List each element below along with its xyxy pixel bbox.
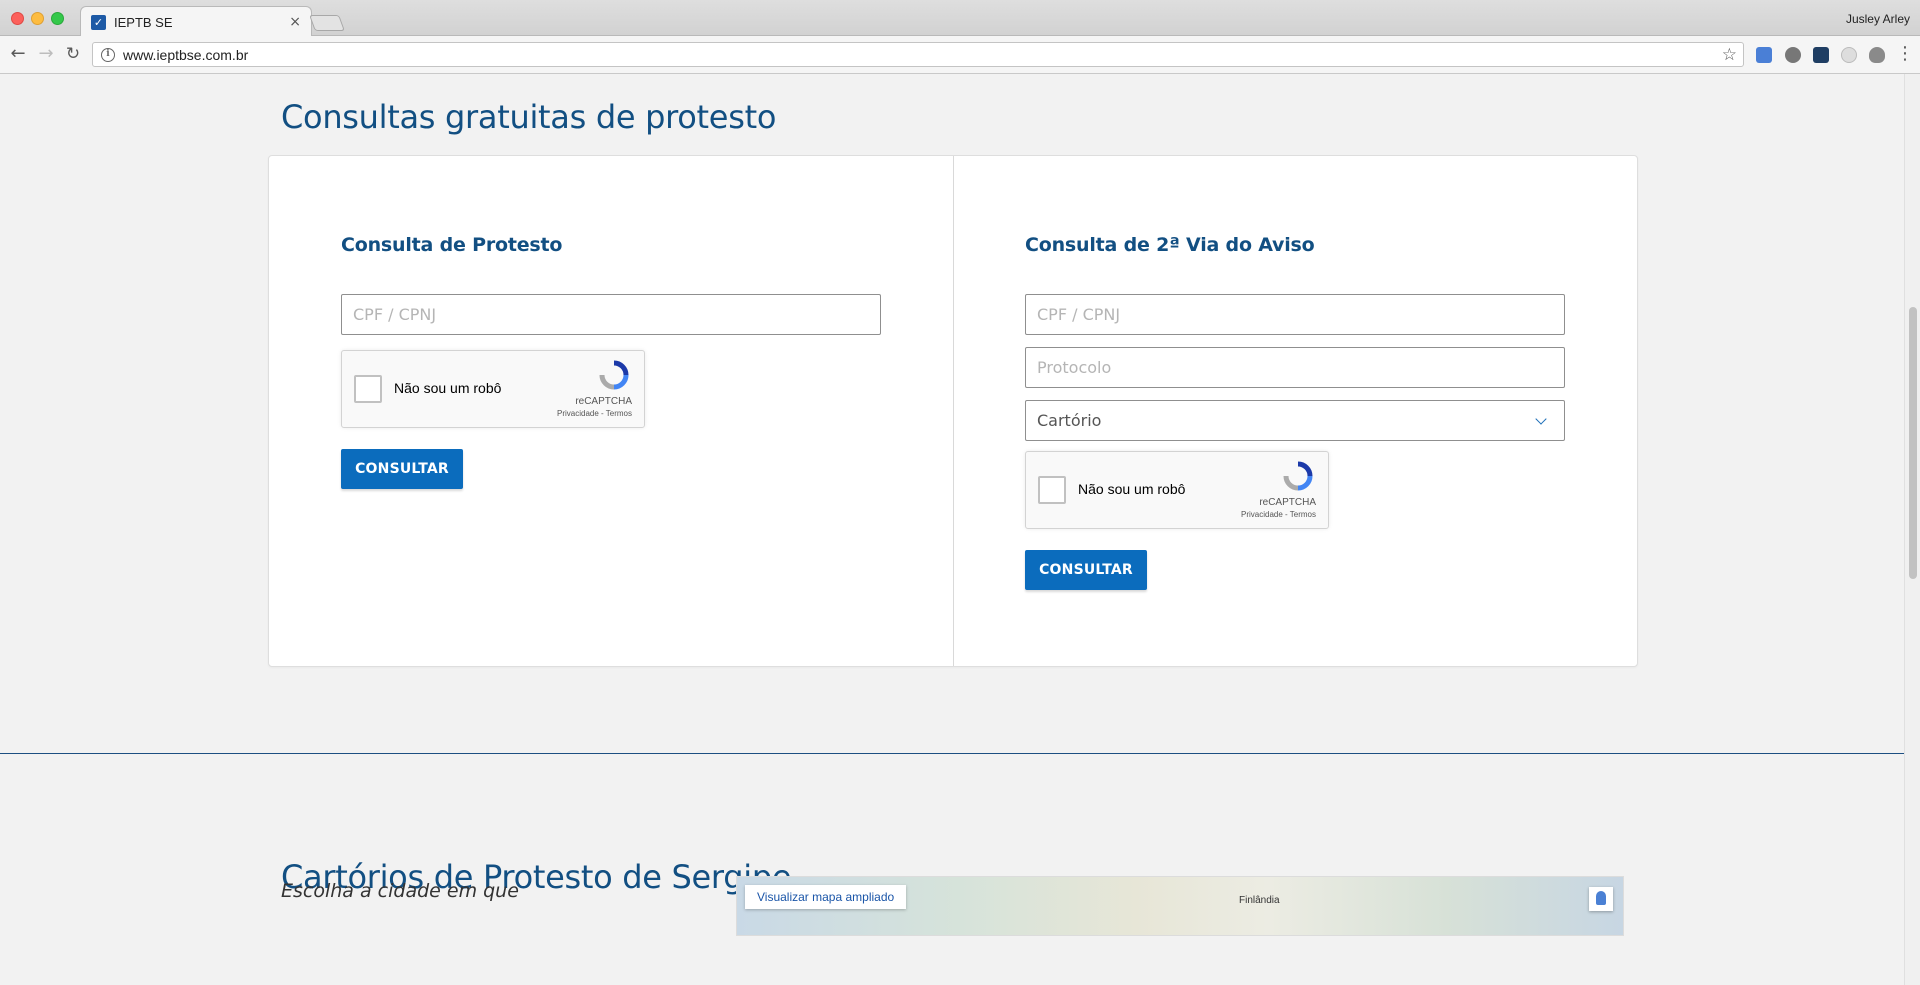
section-divider: [0, 753, 1904, 754]
extension-icon[interactable]: [1841, 47, 1857, 63]
page-viewport: Consultas gratuitas de protesto Consulta…: [0, 74, 1904, 985]
tab-title: IEPTB SE: [114, 14, 173, 30]
maximize-window-button[interactable]: [51, 12, 64, 25]
cartorio-select-value: Cartório: [1037, 411, 1102, 430]
cpf-field[interactable]: [341, 294, 881, 335]
map-embed[interactable]: Visualizar mapa ampliado Finlândia: [736, 876, 1624, 936]
browser-tab-bar: ✓ IEPTB SE × Jusley Arley: [0, 0, 1920, 37]
new-tab-button[interactable]: [309, 15, 345, 31]
forward-arrow-icon[interactable]: →: [36, 44, 56, 64]
cpf-field[interactable]: [1025, 294, 1565, 335]
recaptcha-label: Não sou um robô: [1078, 481, 1186, 497]
map-place-label: Finlândia: [1239, 895, 1280, 906]
city-prompt: Escolha a cidade em que: [281, 880, 519, 902]
react-devtools-icon[interactable]: [1813, 47, 1829, 63]
close-window-button[interactable]: [11, 12, 24, 25]
recaptcha-label: Não sou um robô: [394, 380, 502, 396]
recaptcha-logo-icon: [599, 360, 629, 390]
checkmark-icon: ✓: [91, 14, 106, 30]
profile-name[interactable]: Jusley Arley: [1846, 12, 1910, 26]
protocolo-field[interactable]: [1025, 347, 1565, 388]
protocolo-input[interactable]: [1037, 358, 1553, 377]
recaptcha-widget: Não sou um robô reCAPTCHA Privacidade - …: [1025, 451, 1329, 529]
page-scrollbar[interactable]: [1904, 74, 1920, 985]
bug-extension-icon[interactable]: [1869, 47, 1885, 63]
reload-icon[interactable]: ↻: [63, 44, 83, 64]
card-divider: [953, 156, 954, 666]
info-icon[interactable]: i: [101, 47, 115, 62]
extension-icon[interactable]: [1785, 47, 1801, 63]
consultar-button[interactable]: CONSULTAR: [341, 449, 463, 489]
recaptcha-checkbox[interactable]: [1038, 476, 1066, 504]
recaptcha-links[interactable]: Privacidade - Termos: [557, 409, 632, 418]
recaptcha-brand: reCAPTCHA: [575, 396, 632, 407]
consultas-card: Consulta de Protesto Não sou um robô reC…: [268, 155, 1638, 667]
cartorio-select[interactable]: Cartório: [1025, 400, 1565, 441]
panel-heading: Consulta de Protesto: [341, 234, 563, 256]
panel-heading: Consulta de 2ª Via do Aviso: [1025, 234, 1315, 256]
browser-toolbar: ← → ↻ i www.ieptbse.com.br ☆ ⋮: [0, 36, 1920, 74]
recaptcha-logo-icon: [1283, 461, 1313, 491]
url-text[interactable]: www.ieptbse.com.br: [123, 47, 1722, 63]
recaptcha-checkbox[interactable]: [354, 375, 382, 403]
street-view-pegman-icon[interactable]: [1589, 887, 1613, 911]
cpf-input[interactable]: [353, 305, 869, 324]
back-arrow-icon[interactable]: ←: [8, 44, 28, 64]
browser-tab[interactable]: ✓ IEPTB SE ×: [80, 6, 312, 37]
browser-menu-icon[interactable]: ⋮: [1896, 44, 1914, 64]
bookmark-star-icon[interactable]: ☆: [1722, 45, 1737, 65]
minimize-window-button[interactable]: [31, 12, 44, 25]
recaptcha-widget: Não sou um robô reCAPTCHA Privacidade - …: [341, 350, 645, 428]
consultar-button[interactable]: CONSULTAR: [1025, 550, 1147, 590]
section-title: Consultas gratuitas de protesto: [281, 98, 777, 136]
scrollbar-thumb[interactable]: [1909, 307, 1917, 579]
cpf-input[interactable]: [1037, 305, 1553, 324]
address-bar[interactable]: i www.ieptbse.com.br ☆: [92, 42, 1744, 67]
chevron-down-icon: [1535, 412, 1547, 425]
recaptcha-links[interactable]: Privacidade - Termos: [1241, 510, 1316, 519]
view-larger-map-link[interactable]: Visualizar mapa ampliado: [745, 885, 907, 909]
close-icon[interactable]: ×: [289, 14, 301, 30]
translate-extension-icon[interactable]: [1756, 47, 1772, 63]
recaptcha-brand: reCAPTCHA: [1259, 497, 1316, 508]
